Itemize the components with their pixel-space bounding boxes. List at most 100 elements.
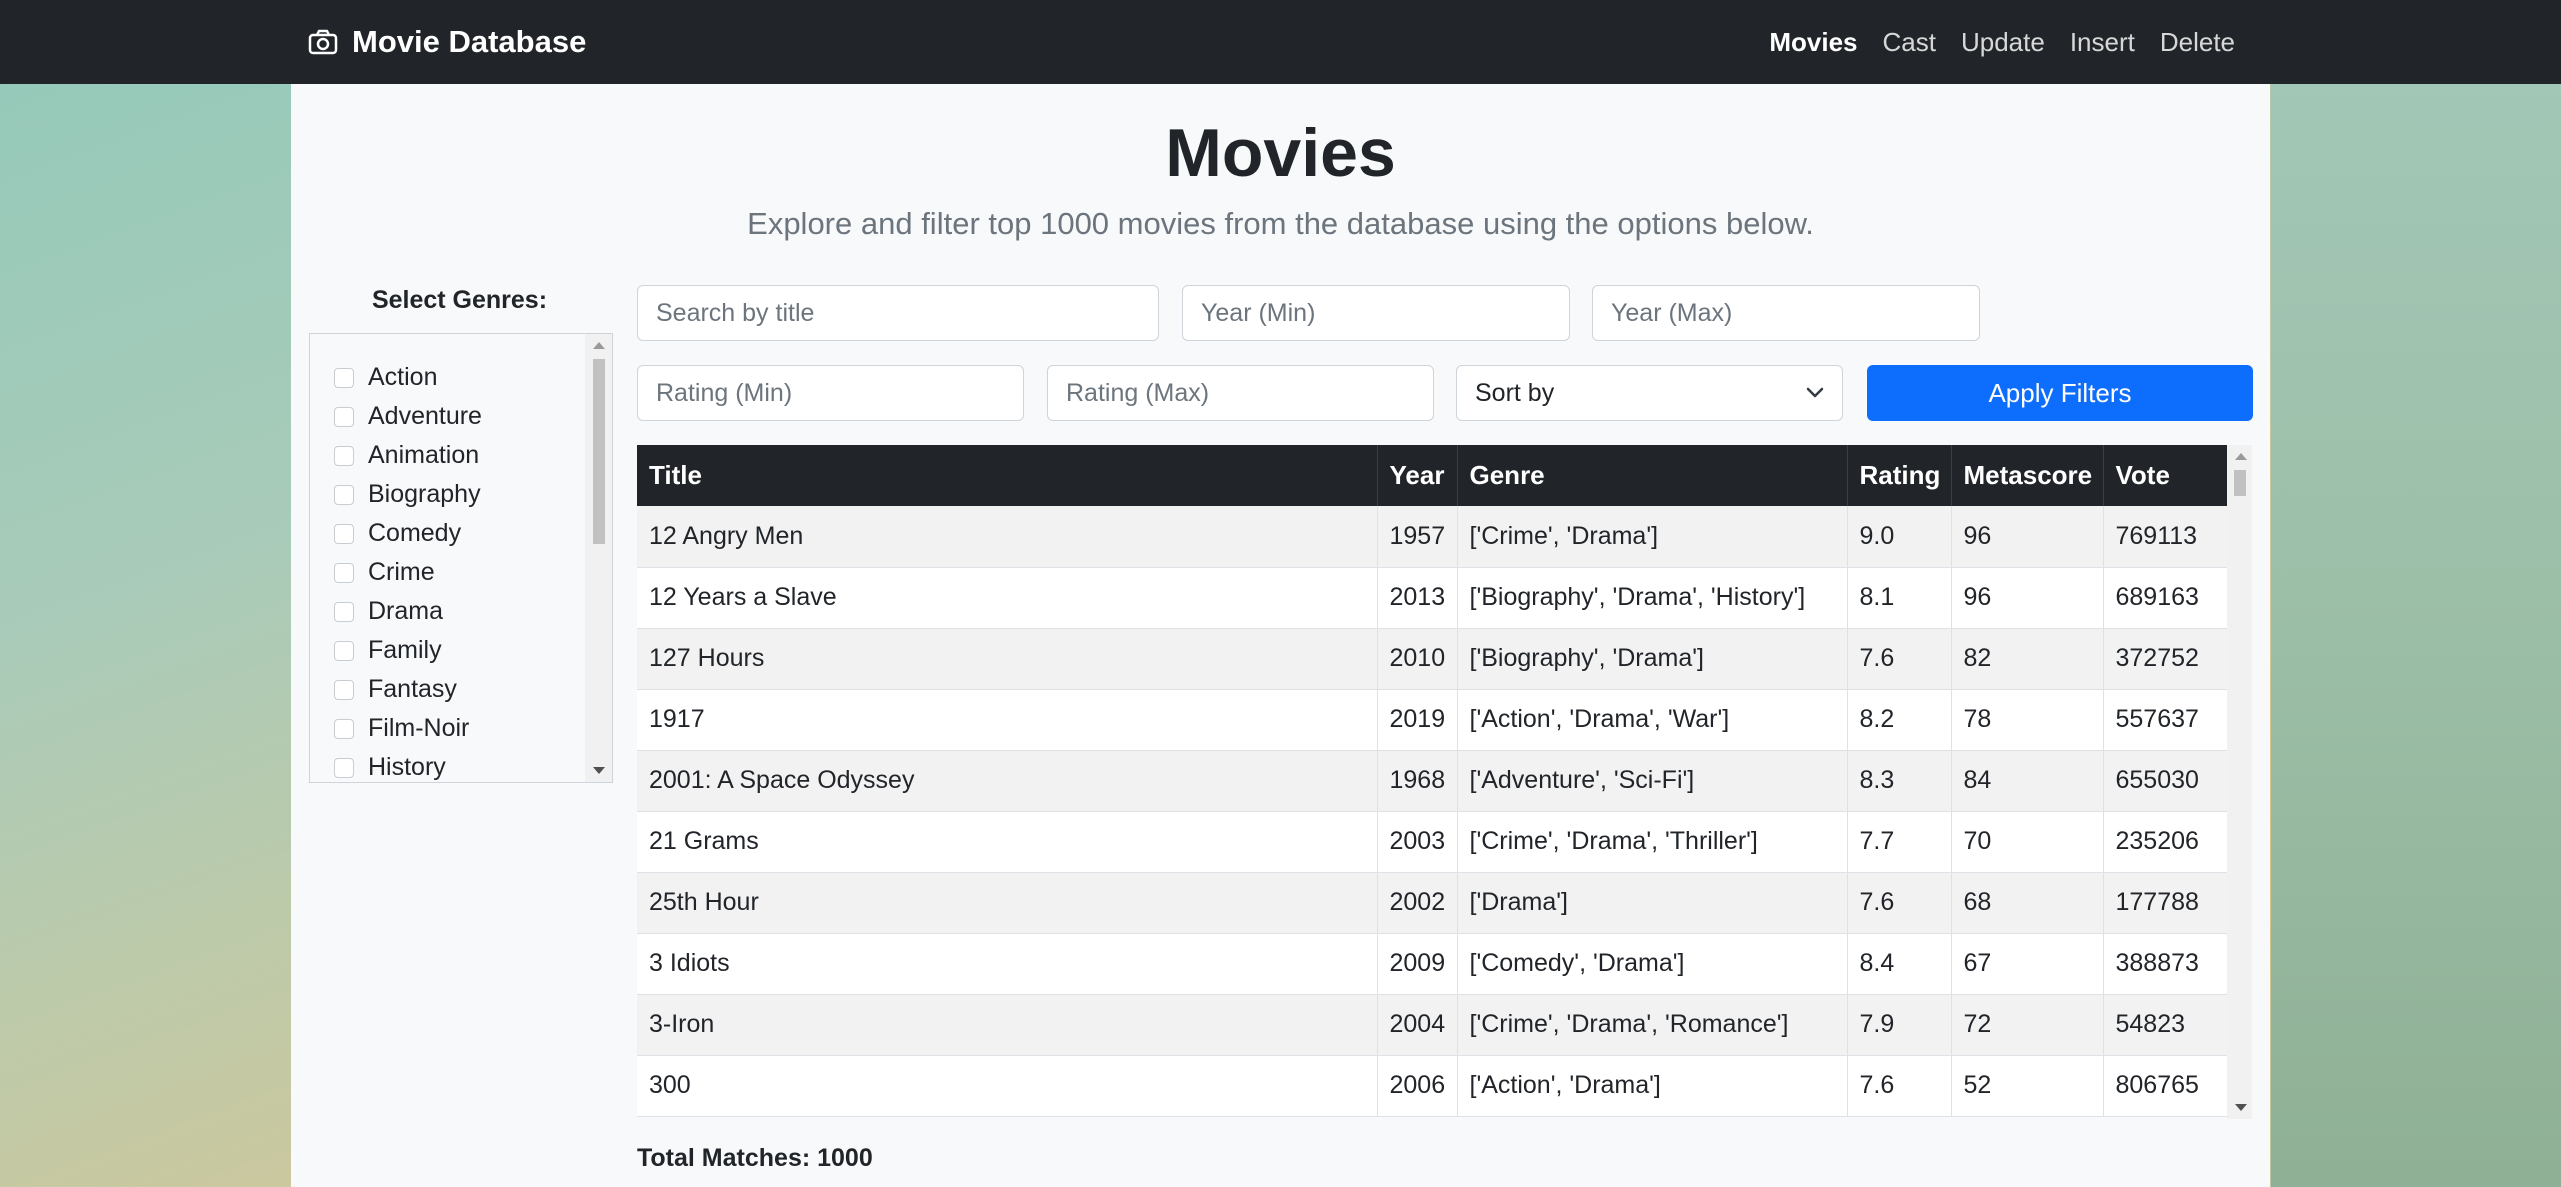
genre-label-text: Biography — [368, 480, 481, 508]
scrollbar-thumb[interactable] — [593, 359, 605, 544]
cell-rating: 7.6 — [1847, 872, 1952, 934]
genre-item[interactable]: Crime — [310, 553, 584, 592]
cell-year: 2004 — [1377, 994, 1458, 1056]
nav-link-cast[interactable]: Cast — [1883, 27, 1936, 58]
table-row[interactable]: 25th Hour 2002 ['Drama'] 7.6 68 177788 — [637, 872, 2228, 934]
apply-filters-button[interactable]: Apply Filters — [1867, 365, 2253, 421]
column-header-rating: Rating — [1847, 445, 1952, 506]
nav-link-insert[interactable]: Insert — [2070, 27, 2135, 58]
genre-scrollbar[interactable] — [585, 334, 612, 782]
rating-max-input[interactable] — [1047, 365, 1434, 421]
genre-label-text: Fantasy — [368, 675, 457, 703]
genre-item[interactable]: Biography — [310, 475, 584, 514]
sort-select-value: Sort by — [1475, 378, 1555, 407]
genre-checkbox[interactable] — [334, 562, 354, 583]
genre-checkbox[interactable] — [334, 484, 354, 505]
genre-checkbox[interactable] — [334, 406, 354, 427]
sort-select[interactable]: Sort by — [1456, 365, 1843, 421]
genre-checkbox[interactable] — [334, 757, 354, 778]
cell-vote: 54823 — [2103, 994, 2228, 1056]
table-row[interactable]: 12 Years a Slave 2013 ['Biography', 'Drama… — [637, 567, 2228, 629]
table-row[interactable]: 3-Iron 2004 ['Crime', 'Drama', 'Romance'] 7… — [637, 994, 2228, 1056]
table-row[interactable]: 3 Idiots 2009 ['Comedy', 'Drama'] 8.4 67 3888… — [637, 933, 2228, 995]
genre-select-box[interactable]: Action Adventure Animation Biography Comedy C… — [309, 333, 613, 783]
year-max-input[interactable] — [1592, 285, 1980, 341]
table-row[interactable]: 127 Hours 2010 ['Biography', 'Drama'] 7.6 82… — [637, 628, 2228, 690]
nav-link-movies[interactable]: Movies — [1769, 27, 1857, 58]
table-row[interactable]: 12 Angry Men 1957 ['Crime', 'Drama'] 9.0 96 7… — [637, 506, 2228, 568]
genre-label-text: Comedy — [368, 519, 462, 547]
cell-year: 2002 — [1377, 872, 1458, 934]
genre-item[interactable]: Animation — [310, 436, 584, 475]
brand-title: Movie Database — [352, 24, 587, 59]
nav-links: Movies Cast Update Insert Delete — [1769, 22, 2235, 62]
genre-checkbox[interactable] — [334, 640, 354, 661]
cell-metascore: 70 — [1951, 811, 2104, 873]
cell-metascore: 68 — [1951, 872, 2104, 934]
cell-rating: 7.7 — [1847, 811, 1952, 873]
genre-item[interactable]: History — [310, 748, 584, 782]
cell-metascore: 78 — [1951, 689, 2104, 751]
rating-min-input[interactable] — [637, 365, 1024, 421]
genre-item[interactable]: Adventure — [310, 397, 584, 436]
genre-item[interactable]: Drama — [310, 592, 584, 631]
column-header-metascore: Metascore — [1951, 445, 2104, 506]
scroll-up-icon[interactable] — [593, 342, 605, 349]
genre-label-text: History — [368, 753, 446, 781]
column-header-genre: Genre — [1457, 445, 1848, 506]
genre-item[interactable]: Family — [310, 631, 584, 670]
nav-link-delete[interactable]: Delete — [2160, 27, 2235, 58]
cell-rating: 7.6 — [1847, 1055, 1952, 1117]
table-row[interactable]: 300 2006 ['Action', 'Drama'] 7.6 52 806765 — [637, 1055, 2228, 1117]
scroll-down-icon[interactable] — [593, 767, 605, 774]
table-row[interactable]: 21 Grams 2003 ['Crime', 'Drama', 'Thriller… — [637, 811, 2228, 873]
genre-checkbox[interactable] — [334, 679, 354, 700]
cell-title: 1917 — [637, 689, 1378, 751]
genre-item[interactable]: Fantasy — [310, 670, 584, 709]
cell-rating: 8.3 — [1847, 750, 1952, 812]
genre-checkbox[interactable] — [334, 445, 354, 466]
genre-checkbox[interactable] — [334, 367, 354, 388]
cell-vote: 557637 — [2103, 689, 2228, 751]
year-min-input[interactable] — [1182, 285, 1570, 341]
cell-vote: 177788 — [2103, 872, 2228, 934]
genre-checkbox[interactable] — [334, 601, 354, 622]
genre-item[interactable]: Comedy — [310, 514, 584, 553]
nav-link-update[interactable]: Update — [1961, 27, 2045, 58]
genre-item[interactable]: Action — [310, 358, 584, 397]
cell-title: 12 Angry Men — [637, 506, 1378, 568]
cell-genre: ['Crime', 'Drama'] — [1457, 506, 1848, 568]
table-row[interactable]: 1917 2019 ['Action', 'Drama', 'War'] 8.2 78 5… — [637, 689, 2228, 751]
brand[interactable]: Movie Database — [308, 22, 586, 62]
genre-list: Action Adventure Animation Biography Comedy C… — [310, 334, 584, 782]
cell-vote: 388873 — [2103, 933, 2228, 995]
genre-label: Select Genres: — [371, 286, 548, 314]
genre-checkbox[interactable] — [334, 523, 354, 544]
total-matches: Total Matches: 1000 — [637, 1144, 873, 1172]
movies-table: Title Year Genre Rating Metascore Vote 1… — [637, 445, 2228, 1117]
table-scrollbar[interactable] — [2227, 445, 2252, 1119]
scroll-down-icon[interactable] — [2235, 1104, 2247, 1111]
genre-label-text: Crime — [368, 558, 435, 586]
cell-vote: 235206 — [2103, 811, 2228, 873]
cell-rating: 7.6 — [1847, 628, 1952, 690]
cell-rating: 8.1 — [1847, 567, 1952, 629]
cell-metascore: 67 — [1951, 933, 2104, 995]
table-header-row: Title Year Genre Rating Metascore Vote — [637, 445, 2228, 506]
table-row[interactable]: 2001: A Space Odyssey 1968 ['Adventure', '… — [637, 750, 2228, 812]
scroll-up-icon[interactable] — [2235, 453, 2247, 460]
cell-genre: ['Biography', 'Drama', 'History'] — [1457, 567, 1848, 629]
cell-metascore: 82 — [1951, 628, 2104, 690]
cell-vote: 372752 — [2103, 628, 2228, 690]
background-panel — [2271, 0, 2561, 1187]
column-header-title: Title — [637, 445, 1378, 506]
genre-item[interactable]: Film-Noir — [310, 709, 584, 748]
page-title: Movies — [1165, 115, 1396, 191]
cell-genre: ['Biography', 'Drama'] — [1457, 628, 1848, 690]
scrollbar-thumb[interactable] — [2234, 470, 2246, 496]
column-header-vote: Vote — [2103, 445, 2228, 506]
cell-genre: ['Comedy', 'Drama'] — [1457, 933, 1848, 995]
search-input[interactable] — [637, 285, 1159, 341]
genre-checkbox[interactable] — [334, 718, 354, 739]
main-container: Movies Explore and filter top 1000 movie… — [291, 84, 2270, 1187]
